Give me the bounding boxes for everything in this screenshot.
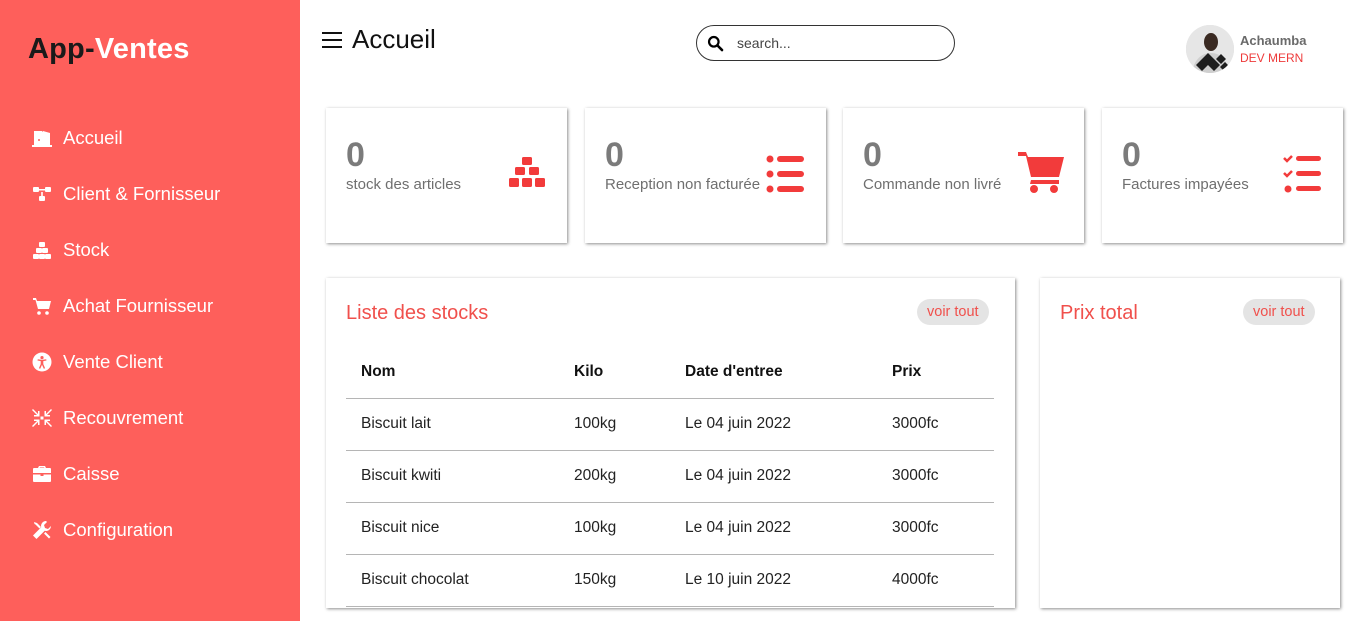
sidebar-item-stock[interactable]: Stock (30, 222, 220, 278)
door-open-icon (30, 127, 54, 149)
cell-prix: 3000fc (877, 502, 994, 555)
user-info: Achaumba DEV MERN (1240, 33, 1306, 65)
sidebar-item-vente-client[interactable]: Vente Client (30, 334, 220, 390)
sidebar-item-label: Stock (63, 239, 110, 260)
stocks-panel: Liste des stocks voir tout Nom Kilo Date… (326, 278, 1015, 608)
checklist-icon (1283, 154, 1323, 194)
cell-kilo: 100kg (559, 502, 670, 555)
boxes-icon (30, 239, 54, 261)
user-profile[interactable]: Achaumba DEV MERN (1186, 25, 1306, 73)
cell-nom: Biscuit chocolat (346, 554, 559, 607)
sidebar-nav: Accueil Client & Fornisseur Stock Achat … (30, 110, 220, 558)
stat-label: Commande non livré (863, 176, 1002, 193)
stocks-title: Liste des stocks (346, 302, 489, 324)
page-header: Accueil (322, 24, 436, 55)
cell-kilo: 150kg (559, 554, 670, 607)
cart-icon (30, 295, 54, 317)
search-icon (707, 35, 724, 51)
table-row[interactable]: Biscuit lait 100kg Le 04 juin 2022 3000f… (346, 398, 994, 451)
cell-nom: Biscuit nice (346, 502, 559, 555)
sidebar-item-recouvrement[interactable]: Recouvrement (30, 390, 220, 446)
column-header: Nom (346, 346, 559, 399)
accessibility-icon (30, 351, 54, 373)
user-role: DEV MERN (1240, 51, 1304, 65)
table-header-row: Nom Kilo Date d'entree Prix (346, 346, 994, 399)
sidebar-item-configuration[interactable]: Configuration (30, 502, 220, 558)
tools-icon (30, 519, 54, 541)
prix-total-panel: Prix total voir tout (1040, 278, 1340, 608)
table-row[interactable]: Biscuit nice 100kg Le 04 juin 2022 3000f… (346, 502, 994, 555)
voir-tout-button[interactable]: voir tout (917, 299, 989, 325)
cell-date: Le 10 juin 2022 (670, 554, 877, 607)
sidebar-item-label: Client & Fornisseur (63, 183, 221, 204)
page-title: Accueil (352, 24, 436, 54)
voir-tout-button[interactable]: voir tout (1243, 299, 1315, 325)
boxes-icon (507, 154, 547, 194)
column-header: Date d'entree (670, 346, 877, 399)
stat-card-stock[interactable]: 0 stock des articles (326, 108, 567, 243)
sidebar-item-caisse[interactable]: Caisse (30, 446, 220, 502)
user-name: Achaumba (1240, 33, 1307, 48)
cell-date: Le 04 juin 2022 (670, 450, 877, 503)
cell-nom: Biscuit lait (346, 398, 559, 451)
cell-kilo: 100kg (559, 398, 670, 451)
sidebar: App-Ventes Accueil Client & Fornisseur S… (0, 0, 300, 621)
avatar[interactable] (1186, 25, 1234, 73)
brand-part-2: Ventes (94, 33, 190, 65)
stat-label: Factures impayées (1122, 176, 1249, 193)
sidebar-item-label: Configuration (63, 519, 174, 540)
cell-date: Le 04 juin 2022 (670, 398, 877, 451)
sidebar-item-label: Achat Fournisseur (63, 295, 214, 316)
briefcase-icon (30, 463, 54, 485)
list-icon (766, 154, 806, 194)
search-input[interactable] (737, 35, 927, 51)
cell-prix: 4000fc (877, 554, 994, 607)
app-logo[interactable]: App-Ventes (28, 33, 190, 66)
cell-nom: Biscuit kwiti (346, 450, 559, 503)
stat-label: stock des articles (346, 176, 462, 193)
sidebar-item-accueil[interactable]: Accueil (30, 110, 220, 166)
table-row[interactable]: Biscuit kwiti 200kg Le 04 juin 2022 3000… (346, 450, 994, 503)
prix-total-title: Prix total (1060, 302, 1138, 324)
arrows-collapse-icon (30, 407, 54, 429)
cart-icon (1018, 152, 1064, 194)
column-header: Prix (877, 346, 994, 399)
sidebar-item-achat-fournisseur[interactable]: Achat Fournisseur (30, 278, 220, 334)
sidebar-item-label: Caisse (63, 463, 120, 484)
menu-icon[interactable] (322, 31, 342, 48)
stat-value: 0 (863, 136, 882, 174)
stat-value: 0 (346, 136, 365, 174)
cell-prix: 3000fc (877, 450, 994, 503)
stat-value: 0 (1122, 136, 1141, 174)
table-row[interactable]: Biscuit chocolat 150kg Le 10 juin 2022 4… (346, 554, 994, 607)
stat-card-factures[interactable]: 0 Factures impayées (1102, 108, 1343, 243)
stat-card-commande[interactable]: 0 Commande non livré (843, 108, 1084, 243)
cell-date: Le 04 juin 2022 (670, 502, 877, 555)
sidebar-item-client-fornisseur[interactable]: Client & Fornisseur (30, 166, 220, 222)
brand-part-1: App- (28, 33, 95, 65)
column-header: Kilo (559, 346, 670, 399)
stocks-table: Nom Kilo Date d'entree Prix Biscuit lait… (346, 346, 994, 607)
stat-value: 0 (605, 136, 624, 174)
cell-kilo: 200kg (559, 450, 670, 503)
stat-label: Reception non facturée (605, 176, 761, 193)
sidebar-item-label: Recouvrement (63, 407, 184, 428)
search-bar (696, 25, 955, 61)
network-icon (30, 183, 54, 205)
sidebar-item-label: Accueil (63, 127, 123, 148)
stat-card-reception[interactable]: 0 Reception non facturée (585, 108, 826, 243)
cell-prix: 3000fc (877, 398, 994, 451)
sidebar-item-label: Vente Client (63, 351, 163, 372)
